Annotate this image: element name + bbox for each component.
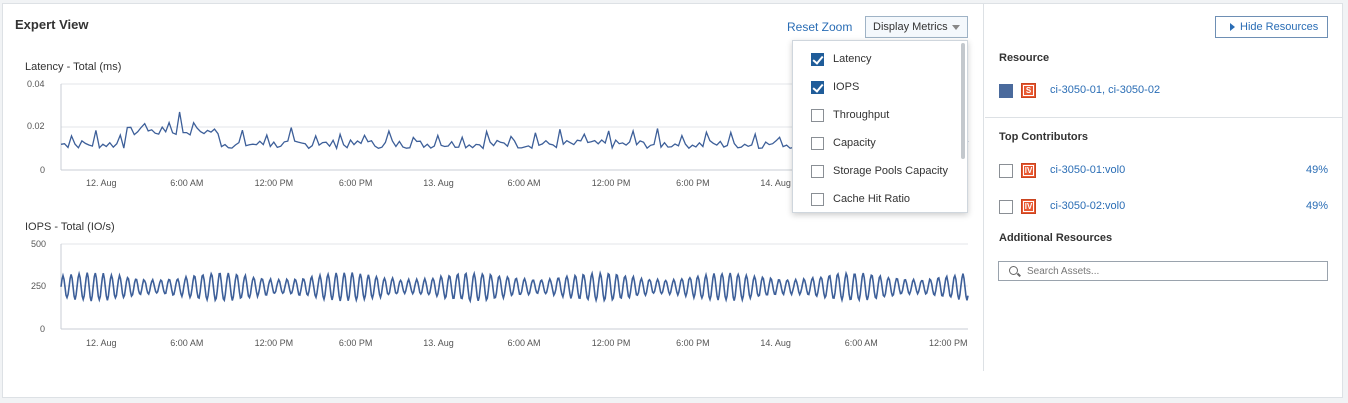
metric-option-label: Cache Hit Ratio bbox=[833, 193, 911, 205]
section-divider bbox=[985, 117, 1343, 118]
latency-x-tick: 14. Aug bbox=[760, 178, 791, 188]
latency-x-tick: 13. Aug bbox=[423, 178, 454, 188]
resource-heading: Resource bbox=[999, 52, 1050, 64]
checkbox-checked[interactable] bbox=[811, 52, 824, 66]
metric-option-iops[interactable]: IOPS bbox=[811, 79, 859, 95]
top-contributors-heading: Top Contributors bbox=[999, 131, 1088, 143]
metric-option-label: Storage Pools Capacity bbox=[833, 165, 948, 177]
metric-option-storage-pools-capacity[interactable]: Storage Pools Capacity bbox=[811, 163, 948, 179]
iops-x-tick: 12:00 PM bbox=[591, 338, 631, 348]
panel-divider bbox=[983, 3, 984, 371]
iops-x-tick: 14. Aug bbox=[760, 338, 791, 348]
iops-x-tick: 6:00 AM bbox=[507, 338, 541, 348]
contributor-percent: 49% bbox=[1305, 200, 1328, 212]
iops-x-tick: 12:00 PM bbox=[929, 338, 968, 348]
latency-x-tick: 6:00 AM bbox=[507, 178, 541, 188]
search-icon bbox=[1009, 266, 1018, 275]
checkbox-checked[interactable] bbox=[811, 80, 824, 94]
hide-resources-label: Hide Resources bbox=[1240, 21, 1319, 33]
volume-icon: IV bbox=[1021, 163, 1036, 178]
latency-x-tick: 12. Aug bbox=[86, 178, 117, 188]
iops-x-tick: 12. Aug bbox=[86, 338, 117, 348]
iops-x-tick: 6:00 AM bbox=[844, 338, 878, 348]
metric-option-latency[interactable]: Latency bbox=[811, 51, 872, 67]
additional-resources-heading: Additional Resources bbox=[999, 232, 1113, 244]
search-input[interactable] bbox=[1027, 264, 1317, 278]
metric-option-label: Throughput bbox=[833, 109, 890, 121]
contributor-link[interactable]: ci-3050-02:vol0 bbox=[1050, 200, 1125, 212]
latency-x-tick: 6:00 PM bbox=[338, 178, 373, 188]
volume-icon: IV bbox=[1021, 199, 1036, 214]
metric-option-label: Capacity bbox=[833, 137, 876, 149]
iops-chart[interactable] bbox=[0, 200, 983, 360]
checkbox[interactable] bbox=[811, 164, 824, 178]
checkbox[interactable] bbox=[811, 192, 824, 206]
hide-resources-button[interactable]: Hide Resources bbox=[1215, 16, 1328, 38]
latency-x-tick: 12:00 PM bbox=[254, 178, 294, 188]
checkbox[interactable] bbox=[811, 108, 824, 122]
metric-option-throughput[interactable]: Throughput bbox=[811, 107, 889, 123]
iops-x-tick: 6:00 AM bbox=[170, 338, 204, 348]
resource-link[interactable]: ci-3050-01, ci-3050-02 bbox=[1050, 84, 1160, 96]
metric-option-label: IOPS bbox=[833, 81, 860, 93]
contributor-link[interactable]: ci-3050-01:vol0 bbox=[1050, 164, 1125, 176]
contributor-percent: 49% bbox=[1305, 164, 1328, 176]
iops-x-tick: 12:00 PM bbox=[254, 338, 294, 348]
metric-option-label: Latency bbox=[833, 53, 872, 65]
metric-option-cache-hit-ratio[interactable]: Cache Hit Ratio bbox=[811, 191, 910, 207]
latency-x-tick: 6:00 PM bbox=[676, 178, 710, 188]
storage-icon: S bbox=[1021, 83, 1036, 98]
display-metrics-dropdown: Latency IOPS Throughput Capacity Storage… bbox=[792, 40, 968, 213]
contributor-checkbox[interactable] bbox=[999, 164, 1013, 178]
search-assets-box[interactable] bbox=[998, 261, 1328, 281]
checkbox[interactable] bbox=[811, 136, 824, 150]
latency-x-tick: 6:00 AM bbox=[170, 178, 204, 188]
caret-right-icon bbox=[1230, 23, 1235, 31]
metric-option-capacity[interactable]: Capacity bbox=[811, 135, 876, 151]
contributor-checkbox[interactable] bbox=[999, 200, 1013, 214]
iops-x-tick: 13. Aug bbox=[423, 338, 454, 348]
iops-x-tick: 6:00 PM bbox=[338, 338, 373, 348]
iops-x-tick: 6:00 PM bbox=[676, 338, 710, 348]
iops-series-line[interactable] bbox=[60, 270, 969, 304]
latency-x-tick: 12:00 PM bbox=[591, 178, 631, 188]
dropdown-scrollbar[interactable] bbox=[961, 43, 965, 159]
resource-color-swatch[interactable] bbox=[999, 84, 1013, 98]
